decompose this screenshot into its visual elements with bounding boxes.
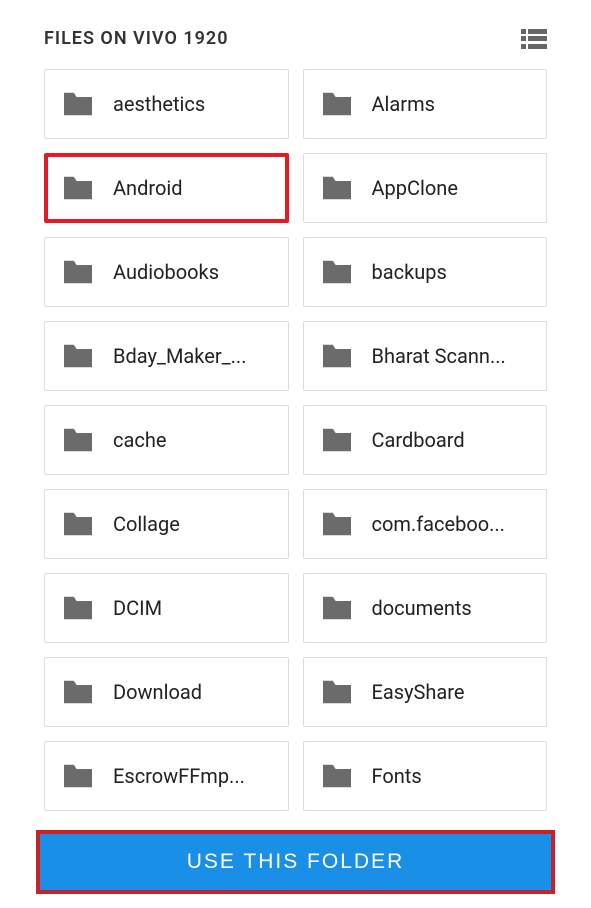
folder-icon [320, 510, 354, 538]
folder-label: cache [113, 428, 166, 452]
folder-item[interactable]: Bharat Scann... [303, 321, 548, 391]
folder-icon [320, 594, 354, 622]
list-view-icon [521, 29, 547, 34]
folder-icon [61, 174, 95, 202]
folder-label: DCIM [113, 596, 162, 620]
folder-label: aesthetics [113, 92, 205, 116]
folder-icon [320, 426, 354, 454]
folder-icon [61, 90, 95, 118]
view-toggle-button[interactable] [521, 29, 547, 49]
folder-label: backups [372, 260, 447, 284]
folder-label: Collage [113, 512, 180, 536]
folder-icon [320, 174, 354, 202]
folder-icon [61, 594, 95, 622]
folder-label: com.faceboo... [372, 512, 505, 536]
folder-item[interactable]: Fonts [303, 741, 548, 811]
folder-label: Download [113, 680, 202, 704]
folder-item[interactable]: Cardboard [303, 405, 548, 475]
folder-item[interactable]: documents [303, 573, 548, 643]
folder-icon [320, 90, 354, 118]
folder-item[interactable]: Alarms [303, 69, 548, 139]
folder-label: Alarms [372, 92, 435, 116]
folder-icon [320, 342, 354, 370]
folder-label: Fonts [372, 764, 422, 788]
folder-label: Cardboard [372, 428, 465, 452]
folder-item[interactable]: com.faceboo... [303, 489, 548, 559]
folder-item[interactable]: cache [44, 405, 289, 475]
folder-label: EasyShare [372, 680, 465, 704]
folder-icon [320, 762, 354, 790]
folder-label: Bharat Scann... [372, 344, 506, 368]
folder-grid: aesthetics Alarms Android AppClone Audiobook… [0, 69, 591, 811]
folder-label: AppClone [372, 176, 458, 200]
folder-icon [320, 258, 354, 286]
folder-item[interactable]: EscrowFFmp... [44, 741, 289, 811]
folder-label: Audiobooks [113, 260, 219, 284]
folder-item[interactable]: Audiobooks [44, 237, 289, 307]
folder-item[interactable]: backups [303, 237, 548, 307]
folder-label: EscrowFFmp... [113, 764, 245, 788]
folder-item[interactable]: Android [44, 153, 289, 223]
folder-icon [61, 762, 95, 790]
folder-item[interactable]: AppClone [303, 153, 548, 223]
folder-icon [61, 258, 95, 286]
folder-item[interactable]: aesthetics [44, 69, 289, 139]
folder-item[interactable]: Collage [44, 489, 289, 559]
use-this-folder-button[interactable]: USE THIS FOLDER [40, 834, 551, 890]
use-folder-highlight: USE THIS FOLDER [36, 830, 555, 894]
folder-icon [61, 342, 95, 370]
folder-icon [61, 510, 95, 538]
header: FILES ON VIVO 1920 [0, 0, 591, 69]
folder-label: Android [113, 176, 183, 200]
folder-item[interactable]: Download [44, 657, 289, 727]
folder-label: Bday_Maker_... [113, 344, 246, 368]
page-title: FILES ON VIVO 1920 [44, 28, 229, 49]
folder-icon [61, 426, 95, 454]
folder-item[interactable]: DCIM [44, 573, 289, 643]
folder-item[interactable]: Bday_Maker_... [44, 321, 289, 391]
folder-icon [61, 678, 95, 706]
folder-item[interactable]: EasyShare [303, 657, 548, 727]
folder-icon [320, 678, 354, 706]
folder-label: documents [372, 596, 472, 620]
